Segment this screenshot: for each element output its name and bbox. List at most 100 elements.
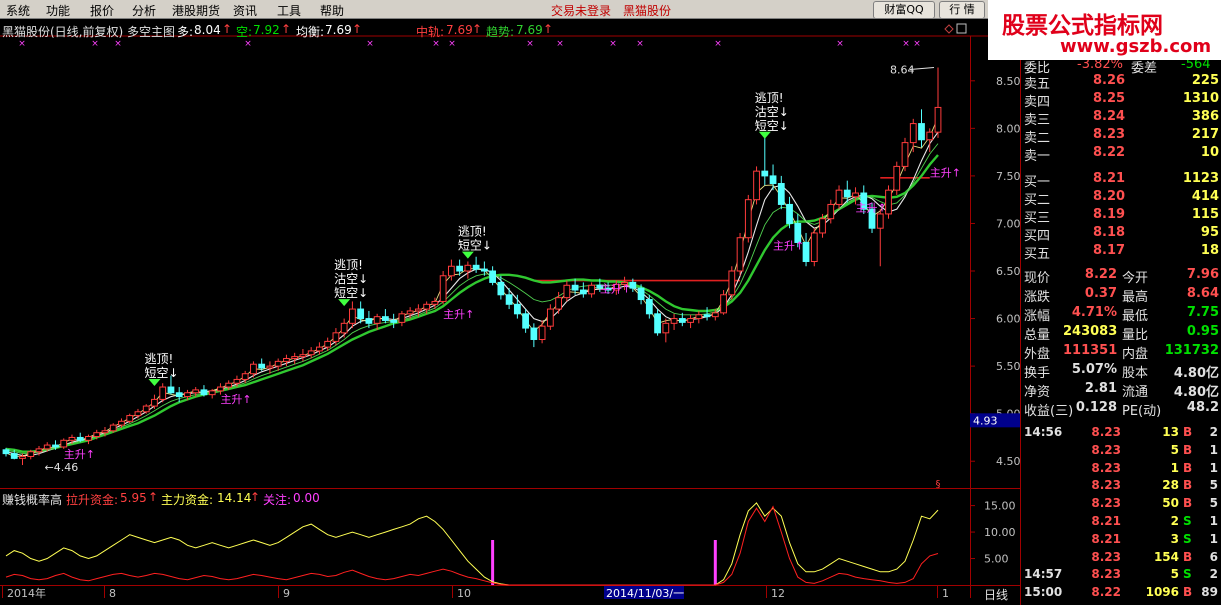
main-rise-signal: 主升↑ [600,283,631,296]
kong-label: 空: [236,25,253,39]
bid-row: 买一 8.21 1123 [1021,170,1221,190]
sub-y-tick-label: 10.00 [984,526,1016,539]
candle-body [711,312,719,318]
stat-label: 最高 [1122,290,1149,305]
candle-body [134,411,142,417]
candle-body [918,123,925,141]
candle-body [316,346,323,352]
ask-volume: 1310 [1182,91,1219,106]
candle-body [340,322,348,334]
candle-body [513,303,521,315]
signal-marker: × [556,39,564,49]
stat-value: 0.95 [1186,324,1219,339]
up-arrow-icon: ↑ [148,490,159,504]
y-tick-label: 6.00 [996,313,1021,326]
tick-row: 8.21 3 S 1 [1021,530,1221,548]
x-tick-label: 10 [457,587,471,600]
candle-body [142,405,150,413]
stat-value: 4.80亿 [1173,366,1219,381]
signal-annotation: 短空↓ [755,119,789,133]
candle-body [332,332,340,342]
tick-volume: 154 [1153,549,1179,564]
login-status[interactable]: 交易未登录 [551,2,611,19]
tick-volume: 50 [1162,496,1179,511]
menu-item-2[interactable]: 报价 [90,2,114,19]
candle-body [324,340,332,348]
candle-body [720,294,727,314]
stat-row: 总量 243083 量比 0.95 [1021,323,1221,343]
tick-count: 1 [1209,460,1218,475]
menu-item-3[interactable]: 分析 [132,2,156,19]
stat-value: 7.96 [1186,267,1219,282]
main-rise-signal: 主升↑ [930,166,961,179]
menu-item-6[interactable]: 工具 [277,2,301,19]
stat-label: 外盘 [1024,347,1051,362]
tick-price: 8.23 [1091,478,1121,493]
qushi-value: 7.69 [516,23,543,37]
candle-body [167,386,175,394]
menu-item-5[interactable]: 资讯 [233,2,257,19]
up-arrow-icon: ↑ [543,22,554,36]
candle [736,232,744,276]
ask-row: 卖五 8.26 225 [1021,72,1221,92]
candle-body [307,350,315,356]
ask-price: 8.22 [1093,145,1126,160]
y-tick-label: 4.50 [996,455,1021,468]
signal-marker: × [526,39,534,49]
candle-body [654,313,661,334]
sub-y-tick-label: 5.00 [984,553,1009,566]
candle-body [43,444,51,450]
menu-item-0[interactable]: 系统 [6,2,30,19]
signal-marker: × [913,39,921,49]
qq-button[interactable]: 财富QQ [873,1,935,19]
stat-label: 净资 [1024,385,1051,400]
tick-volume: 3 [1170,531,1179,546]
stat-value: 131732 [1164,343,1219,358]
tick-volume: 5 [1170,567,1179,582]
candle-body [233,378,241,384]
main-rise-signal: 主升↑ [220,393,251,406]
duo-label: 多: [177,25,194,39]
signal-marker: × [902,39,910,49]
period-label[interactable]: 日线 [984,586,1008,603]
quote-button[interactable]: 行 情 [939,1,985,19]
stock-chart[interactable]: 4.50 5.00 5.50 6.00 6.50 7.00 7.50 8.00 8.50 4.93… [0,0,1021,605]
bid-volume: 1123 [1182,171,1219,186]
candle-body [390,319,398,323]
stat-value: 48.2 [1186,400,1219,415]
menu-item-7[interactable]: 帮助 [320,2,344,19]
guanzhu-value: 0.00 [293,491,320,505]
stat-label: 今开 [1122,271,1149,286]
main-rise-signal: 主升↑ [443,308,474,321]
ask-row: 卖一 8.22 10 [1021,144,1221,164]
candle-body [200,389,208,396]
candle-body [118,420,125,426]
menu-item-1[interactable]: 功能 [46,2,70,19]
candle-body [299,354,307,358]
signal-marker: × [432,39,440,49]
tick-price: 8.23 [1091,567,1121,582]
tick-count: 5 [1209,478,1218,493]
candle-body [703,314,711,318]
candle [728,266,736,300]
candle [901,137,909,172]
jun-label: 均衡: [296,25,325,39]
stat-value: 5.07% [1071,362,1117,377]
stat-label: 股本 [1122,366,1149,381]
tick-volume: 13 [1162,425,1179,439]
zhong-label: 中轨: [416,25,445,39]
menu-item-4[interactable]: 港股期货 [172,2,220,19]
signal-marker: × [448,39,456,49]
tick-time: 15:00 [1024,585,1063,600]
candle-body [126,415,134,422]
stat-value: 8.64 [1186,286,1219,301]
candle-body [662,322,670,334]
bid-volume: 18 [1200,243,1219,258]
ask-price: 8.23 [1093,127,1126,142]
candle-body [109,424,117,432]
tick-side: B [1183,496,1193,511]
bid-row: 买四 8.18 95 [1021,224,1221,244]
candle-body [901,142,909,167]
stat-label: 流通 [1122,385,1149,400]
candle-body [52,444,59,448]
